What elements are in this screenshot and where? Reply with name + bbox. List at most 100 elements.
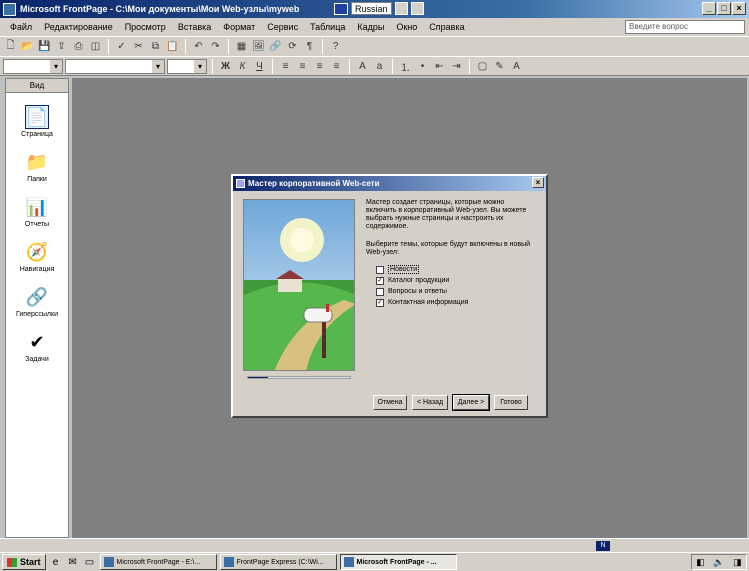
view-reports[interactable]: 📊 Отчеты [6, 195, 68, 229]
underline-icon[interactable]: Ч [252, 59, 267, 74]
next-button[interactable]: Далее > [452, 394, 490, 411]
tray-app-icon[interactable]: ◨ [733, 557, 742, 568]
view-hyperlinks[interactable]: 🔗 Гиперссылки [6, 285, 68, 319]
status-bar: N [0, 538, 749, 552]
print-icon[interactable]: ⎙ [71, 39, 86, 54]
taskbar-task[interactable]: FrontPage Express (C:\Wi... [219, 554, 337, 570]
wizard-intro-text: Мастер создает страницы, которые можно в… [366, 199, 527, 230]
decrease-indent-icon[interactable]: ⇤ [432, 59, 447, 74]
help-icon[interactable]: ? [328, 39, 343, 54]
new-page-icon[interactable]: 🗋 [3, 39, 18, 54]
contacts-checkbox[interactable]: ✓ [376, 298, 384, 307]
open-icon[interactable]: 📂 [20, 39, 35, 54]
back-button[interactable]: < Назад [412, 395, 448, 410]
save-icon[interactable]: 💾 [37, 39, 52, 54]
increase-font-icon[interactable]: A [355, 59, 370, 74]
folders-icon: 📁 [25, 151, 49, 172]
refresh-icon[interactable]: ⟳ [285, 39, 300, 54]
undo-icon[interactable]: ↶ [191, 39, 206, 54]
hyperlink-icon[interactable]: 🔗 [268, 39, 283, 54]
menu-tools[interactable]: Сервис [261, 22, 304, 32]
menu-file[interactable]: Файл [4, 22, 38, 32]
menu-edit[interactable]: Редактирование [38, 22, 119, 32]
menu-frames[interactable]: Кадры [351, 22, 390, 32]
option-faq[interactable]: Вопросы и ответы [376, 286, 468, 297]
borders-icon[interactable]: ▢ [475, 59, 490, 74]
italic-icon[interactable]: К [235, 59, 250, 74]
highlight-icon[interactable]: ✎ [492, 59, 507, 74]
option-label: Вопросы и ответы [388, 288, 447, 295]
faq-checkbox[interactable] [376, 287, 384, 296]
view-folders[interactable]: 📁 Папки [6, 150, 68, 184]
reports-icon: 📊 [25, 196, 49, 217]
style-dropdown[interactable] [3, 58, 63, 74]
publish-icon[interactable]: ⇪ [54, 39, 69, 54]
show-all-icon[interactable]: ¶ [302, 39, 317, 54]
toolbar-separator [228, 39, 229, 54]
finish-button[interactable]: Готово [494, 395, 528, 410]
menu-format[interactable]: Формат [217, 22, 261, 32]
align-center-icon[interactable]: ≡ [295, 59, 310, 74]
decrease-font-icon[interactable]: a [372, 59, 387, 74]
bold-icon[interactable]: Ж [218, 59, 233, 74]
bulleted-list-icon[interactable]: • [415, 59, 430, 74]
option-label: Каталог продукции [388, 277, 450, 284]
insert-picture-icon[interactable]: 🖼 [251, 39, 266, 54]
show-desktop-icon[interactable]: ▭ [83, 555, 97, 569]
frontpage-task-icon [103, 557, 114, 567]
menu-view[interactable]: Просмотр [119, 22, 172, 32]
font-size-dropdown[interactable] [167, 58, 207, 74]
taskbar-task-active[interactable]: Microsoft FrontPage - ... [339, 554, 457, 570]
taskbar-task[interactable]: Microsoft FrontPage - E:\... [99, 554, 217, 570]
menu-window[interactable]: Окно [390, 22, 423, 32]
close-button[interactable]: × [732, 2, 746, 15]
spelling-icon[interactable]: ✓ [114, 39, 129, 54]
dialog-close-button[interactable]: × [532, 177, 544, 188]
outlook-express-icon[interactable]: ✉ [66, 555, 80, 569]
menu-help[interactable]: Справка [423, 22, 470, 32]
help-question-input[interactable]: Введите вопрос [625, 20, 745, 34]
redo-icon[interactable]: ↷ [208, 39, 223, 54]
news-checkbox[interactable] [376, 265, 384, 274]
menu-table[interactable]: Таблица [304, 22, 351, 32]
paste-icon[interactable]: 📋 [165, 39, 180, 54]
view-navigation[interactable]: 🧭 Навигация [6, 240, 68, 274]
view-tasks[interactable]: ✔ Задачи [6, 330, 68, 364]
menu-insert[interactable]: Вставка [172, 22, 217, 32]
option-products[interactable]: ✓ Каталог продукции [376, 275, 468, 286]
frontpage-app-icon [3, 2, 16, 16]
align-left-icon[interactable]: ≡ [278, 59, 293, 74]
tray-language-icon[interactable]: ◧ [696, 557, 705, 568]
font-dropdown[interactable] [65, 58, 165, 74]
language-options-icon[interactable] [394, 2, 408, 15]
tasks-icon: ✔ [29, 331, 45, 352]
cut-icon[interactable]: ✂ [131, 39, 146, 54]
standard-toolbar: 🗋 📂 💾 ⇪ ⎙ ◫ ✓ ✂ ⧉ 📋 ↶ ↷ ▦ 🖼 🔗 ⟳ ¶ ? [0, 36, 749, 56]
internet-explorer-icon[interactable]: e [49, 555, 63, 569]
maximize-button[interactable]: □ [717, 2, 731, 15]
minimize-button[interactable]: _ [702, 2, 716, 15]
wizard-progress-fill [248, 377, 269, 378]
option-label: Контактная информация [388, 299, 469, 306]
tray-volume-icon[interactable]: 🔈 [713, 557, 724, 568]
products-checkbox[interactable]: ✓ [376, 276, 384, 285]
numbered-list-icon[interactable]: ⒈ [398, 59, 413, 74]
insert-table-icon[interactable]: ▦ [234, 39, 249, 54]
language-menu-icon[interactable] [410, 2, 424, 15]
task-label: Microsoft FrontPage - ... [356, 558, 437, 566]
language-indicator[interactable]: Russian [334, 2, 424, 15]
cancel-button[interactable]: Отмена [373, 395, 407, 410]
copy-icon[interactable]: ⧉ [148, 39, 163, 54]
dialog-title: Мастер корпоративной Web-сети [248, 179, 380, 188]
language-flag-icon [334, 2, 348, 15]
option-news[interactable]: Новости [376, 264, 468, 275]
justify-icon[interactable]: ≡ [329, 59, 344, 74]
view-page[interactable]: 📄 Страница [6, 105, 68, 138]
font-color-icon[interactable]: A [509, 59, 524, 74]
increase-indent-icon[interactable]: ⇥ [449, 59, 464, 74]
window-title: Microsoft FrontPage - C:\Мои документы\М… [20, 4, 300, 14]
align-right-icon[interactable]: ≡ [312, 59, 327, 74]
preview-icon[interactable]: ◫ [88, 39, 103, 54]
option-contacts[interactable]: ✓ Контактная информация [376, 297, 468, 308]
start-button[interactable]: Start [2, 554, 46, 570]
